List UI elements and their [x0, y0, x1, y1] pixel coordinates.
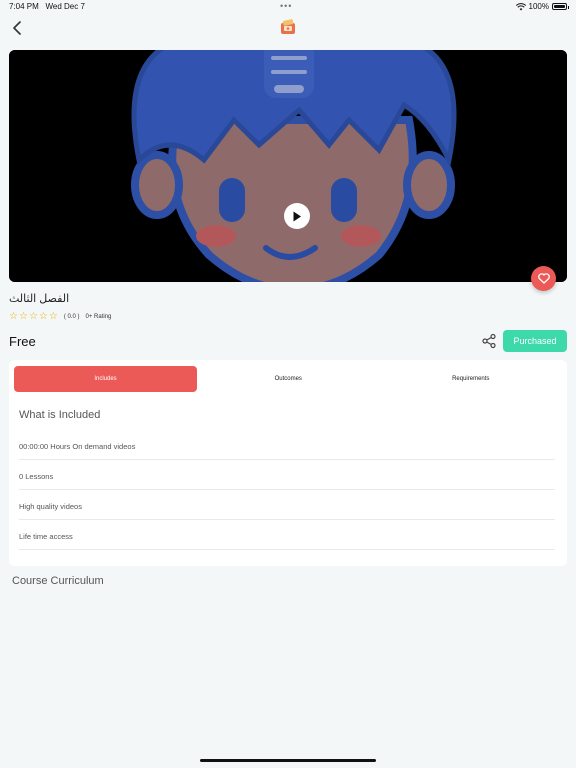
rating-row: ☆☆☆☆☆ ( 0.0 ) 0+ Rating: [9, 312, 111, 322]
star-icon: ☆: [9, 312, 18, 322]
chevron-left-icon: [12, 21, 22, 35]
home-indicator[interactable]: [200, 759, 376, 762]
includes-title: What is Included: [19, 409, 100, 421]
battery-icon: [552, 3, 567, 10]
share-icon: [481, 333, 497, 349]
tab-bar: Includes Outcomes Requirements: [14, 366, 562, 392]
course-title: الفصل الثالث: [9, 292, 69, 305]
star-icon: ☆: [19, 312, 28, 322]
time-text: 7:04 PM: [9, 2, 39, 11]
multitask-dots-icon[interactable]: •••: [280, 1, 292, 11]
rating-label: 0+ Rating: [86, 314, 112, 320]
status-right: 100%: [516, 2, 567, 11]
curriculum-title: Course Curriculum: [12, 575, 104, 587]
list-item: Life time access: [19, 520, 555, 550]
includes-list: 00:00:00 Hours On demand videos 0 Lesson…: [19, 430, 555, 550]
status-bar: 7:04 PM Wed Dec 7 ••• 100%: [0, 0, 576, 14]
details-panel: Includes Outcomes Requirements What is I…: [9, 360, 567, 566]
favorite-button[interactable]: [531, 266, 556, 291]
date-text: Wed Dec 7: [45, 2, 84, 11]
tab-includes[interactable]: Includes: [14, 366, 197, 392]
play-icon: [292, 211, 302, 222]
purchased-button[interactable]: Purchased: [503, 330, 567, 352]
back-button[interactable]: [6, 17, 28, 39]
star-icon: ☆: [39, 312, 48, 322]
status-time: 7:04 PM Wed Dec 7: [9, 2, 85, 11]
nav-bar: [0, 14, 576, 42]
video-thumbnail: [9, 50, 567, 282]
tab-requirements[interactable]: Requirements: [380, 366, 563, 392]
share-button[interactable]: [481, 333, 497, 349]
rating-score: ( 0.0 ): [64, 314, 80, 320]
tab-outcomes[interactable]: Outcomes: [197, 366, 380, 392]
play-button[interactable]: [284, 203, 310, 229]
price-label: Free: [9, 334, 36, 349]
list-item: 0 Lessons: [19, 460, 555, 490]
battery-percent: 100%: [529, 2, 549, 11]
app-logo-icon: [279, 19, 297, 35]
rating-stars: ☆☆☆☆☆: [9, 312, 58, 322]
list-item: 00:00:00 Hours On demand videos: [19, 430, 555, 460]
star-icon: ☆: [49, 312, 58, 322]
star-icon: ☆: [29, 312, 38, 322]
video-player[interactable]: [9, 50, 567, 282]
wifi-icon: [516, 3, 526, 11]
heart-icon: [538, 273, 550, 284]
list-item: High quality videos: [19, 490, 555, 520]
